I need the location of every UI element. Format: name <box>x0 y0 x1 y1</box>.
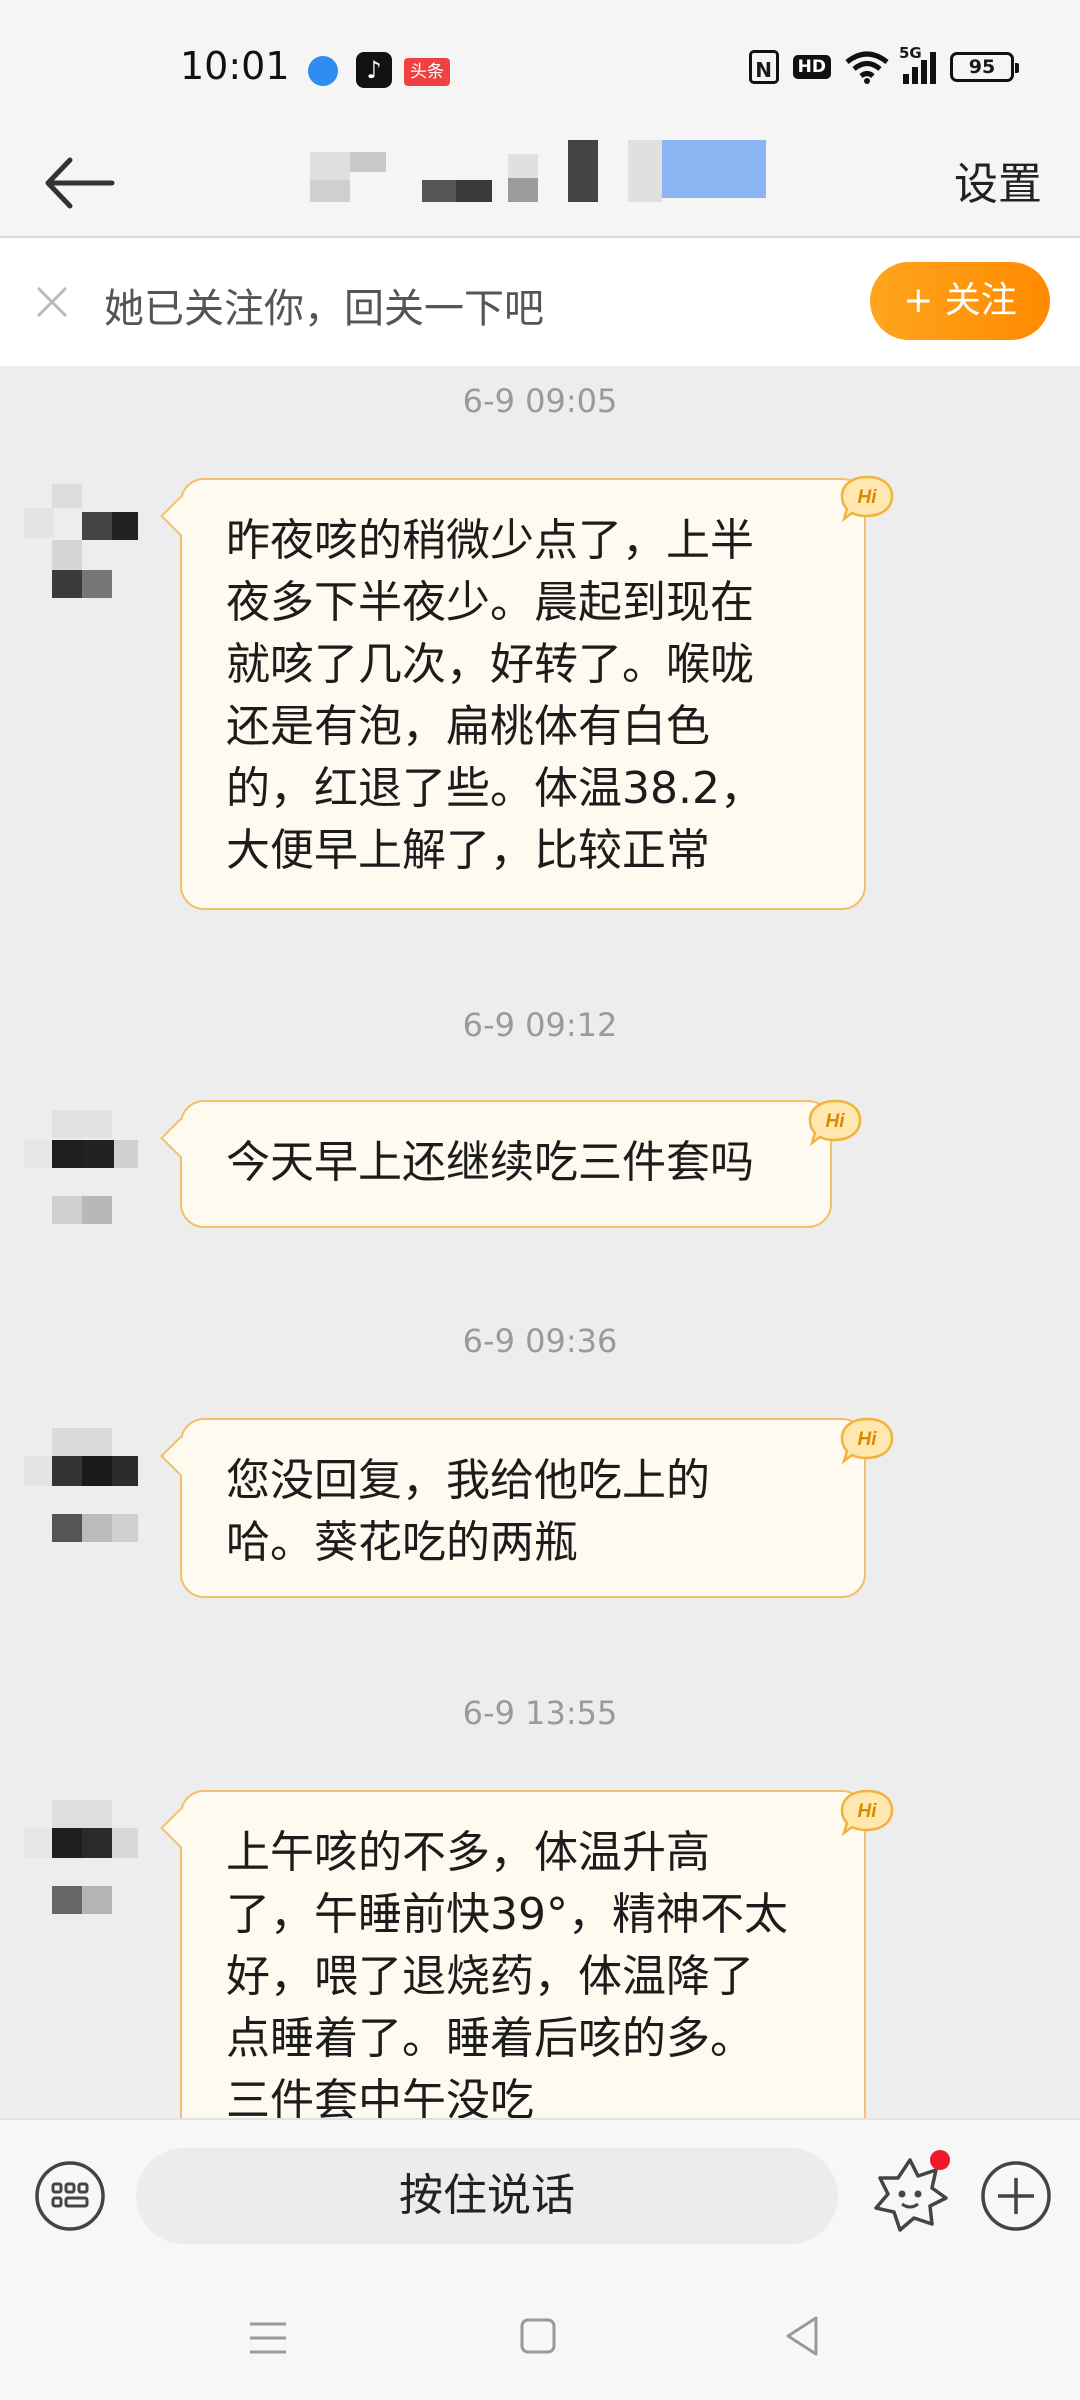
message-timestamp: 6-9 13:55 <box>462 1694 618 1732</box>
hold-to-talk-button[interactable]: 按住说话 <box>136 2148 838 2244</box>
nfc-icon: N <box>748 50 779 84</box>
message-line: 哈。葵花吃的两瓶 <box>226 1517 578 1568</box>
chat-input-bar: 按住说话 <box>0 2118 1080 2280</box>
svg-text:Hi: Hi <box>858 1429 878 1450</box>
status-bar: 10:01 ♪ 头条 N HD 5G 95 <box>0 0 1080 130</box>
message-bubble[interactable]: 今天早上还继续吃三件套吗 <box>180 1100 832 1228</box>
battery-icon: 95 <box>950 52 1019 82</box>
message-line: 上午咳的不多，体温升高 <box>226 1827 710 1878</box>
svg-text:Hi: Hi <box>826 1111 846 1132</box>
hi-badge-icon: Hi <box>840 1789 894 1836</box>
plus-circle-icon[interactable] <box>980 2160 1052 2232</box>
home-icon[interactable] <box>518 2316 558 2356</box>
menu-icon[interactable] <box>246 2318 290 2358</box>
avatar[interactable] <box>24 1110 140 1226</box>
message-line: 您没回复，我给他吃上的 <box>226 1455 710 1506</box>
message-line: 就咳了几次，好转了。喉咙 <box>226 639 754 690</box>
message-line: 点睡着了。睡着后咳的多。 <box>226 2013 754 2064</box>
message-bubble[interactable]: 上午咳的不多，体温升高 了，午睡前快39°，精神不太 好，喂了退烧药，体温降了 … <box>180 1790 866 2150</box>
chat-header: 设置 <box>0 130 1080 238</box>
message-bubble[interactable]: 您没回复，我给他吃上的 哈。葵花吃的两瓶 <box>180 1418 866 1598</box>
message-line: 大便早上解了，比较正常 <box>226 825 710 876</box>
settings-button[interactable]: 设置 <box>954 148 1042 212</box>
follow-button[interactable]: + 关注 <box>870 262 1050 340</box>
chat-title-blurred <box>310 140 770 210</box>
message-timestamp: 6-9 09:12 <box>462 1006 618 1044</box>
back-triangle-icon[interactable] <box>782 2314 822 2358</box>
status-time: 10:01 <box>180 44 290 88</box>
hi-badge-icon: Hi <box>840 1417 894 1464</box>
svg-text:Hi: Hi <box>858 1801 878 1822</box>
message-line: 了，午睡前快39°，精神不太 <box>226 1889 788 1940</box>
follow-prompt-bar: 她已关注你，回关一下吧 + 关注 <box>0 238 1080 366</box>
signal-icon: 5G <box>899 44 936 84</box>
message-line: 还是有泡，扁桃体有白色 <box>226 701 710 752</box>
hd-icon: HD <box>792 55 831 79</box>
message-line: 今天早上还继续吃三件套吗 <box>226 1137 754 1188</box>
hi-badge-icon: Hi <box>840 475 894 522</box>
message-line: 昨夜咳的稍微少点了，上半 <box>226 515 754 566</box>
wifi-icon <box>845 51 889 84</box>
hi-badge-icon: Hi <box>808 1099 862 1146</box>
tiktok-icon: ♪ <box>356 52 392 88</box>
network-type: 5G <box>899 44 922 62</box>
svg-text:Hi: Hi <box>858 487 878 508</box>
keyboard-icon[interactable] <box>34 2160 106 2232</box>
message-bubble[interactable]: 昨夜咳的稍微少点了，上半 夜多下半夜少。晨起到现在 就咳了几次，好转了。喉咙 还… <box>180 478 866 910</box>
avatar[interactable] <box>24 1800 140 1916</box>
close-icon[interactable] <box>34 284 70 320</box>
message-line: 好，喂了退烧药，体温降了 <box>226 1951 754 2002</box>
status-indicators: N HD 5G 95 <box>748 44 1019 84</box>
message-line: 夜多下半夜少。晨起到现在 <box>226 577 754 628</box>
arrow-left-icon[interactable] <box>40 150 120 216</box>
notification-dot <box>930 2150 950 2170</box>
browser-icon <box>308 56 338 86</box>
follow-prompt-text: 她已关注你，回关一下吧 <box>104 286 544 332</box>
avatar[interactable] <box>24 1428 140 1544</box>
message-line: 的，红退了些。体温38.2， <box>226 763 764 814</box>
system-navigation-bar <box>0 2278 1080 2400</box>
toutiao-icon: 头条 <box>404 58 450 86</box>
message-timestamp: 6-9 09:36 <box>462 1322 618 1360</box>
message-timestamp: 6-9 09:05 <box>462 382 618 420</box>
avatar[interactable] <box>24 484 140 600</box>
